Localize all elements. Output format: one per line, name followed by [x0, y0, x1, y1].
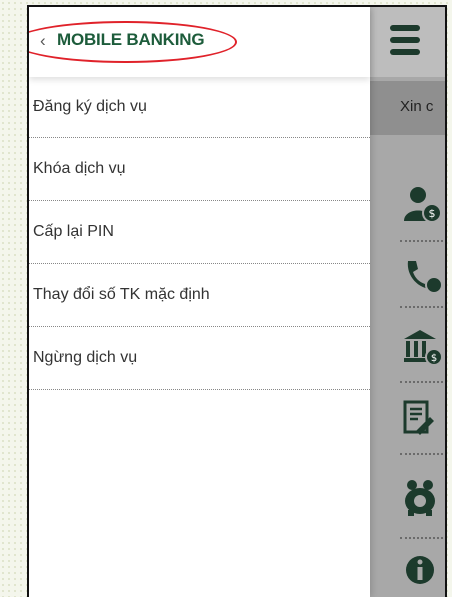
menu-item-stop-service[interactable]: Ngừng dịch vụ: [29, 327, 370, 390]
menu-list: Đăng ký dịch vụ Khóa dịch vụ Cấp lại PIN…: [29, 77, 370, 390]
chevron-left-icon[interactable]: ‹: [40, 32, 46, 49]
page-title[interactable]: MOBILE BANKING: [57, 30, 205, 50]
mobile-banking-drawer: ‹ MOBILE BANKING Đăng ký dịch vụ Khóa dị…: [29, 7, 370, 597]
phone-frame: Xin c $ $ ‹ MOBILE BANKING Đăng ký dịch …: [27, 5, 447, 597]
icon-separator: [400, 240, 445, 242]
document-sign-icon[interactable]: [402, 399, 442, 439]
svg-text:$: $: [431, 353, 437, 364]
background-app-header: [370, 7, 445, 77]
background-app-panel: Xin c $ $: [370, 7, 445, 597]
bank-money-icon[interactable]: $: [402, 327, 443, 367]
icon-separator: [400, 537, 445, 539]
drawer-header: ‹ MOBILE BANKING: [29, 7, 370, 77]
menu-item-change-default-account[interactable]: Thay đổi số TK mặc định: [29, 264, 370, 327]
phone-money-icon[interactable]: [402, 257, 443, 297]
piggy-bank-icon[interactable]: [402, 477, 442, 517]
icon-separator: [400, 306, 445, 308]
menu-item-reissue-pin[interactable]: Cấp lại PIN: [29, 201, 370, 264]
svg-text:$: $: [429, 207, 436, 220]
menu-item-lock-service[interactable]: Khóa dịch vụ: [29, 138, 370, 201]
icon-separator: [400, 453, 445, 455]
user-money-icon[interactable]: $: [402, 185, 442, 225]
hamburger-icon[interactable]: [390, 25, 420, 55]
menu-item-register-service[interactable]: Đăng ký dịch vụ: [29, 77, 370, 138]
icon-separator: [400, 381, 445, 383]
greeting-text: Xin c: [400, 98, 434, 115]
info-icon[interactable]: [402, 552, 442, 592]
